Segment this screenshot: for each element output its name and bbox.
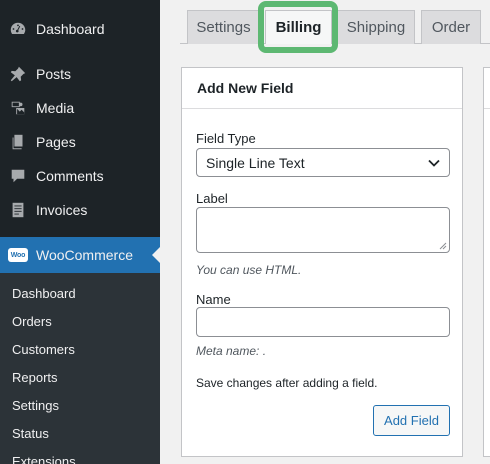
name-field-label: Name [196, 292, 231, 307]
tab-shipping[interactable]: Shipping [337, 10, 415, 44]
menu-label: Dashboard [36, 21, 105, 37]
add-new-field-panel: Add New Field Field Type Single Line Tex… [181, 67, 463, 457]
submenu-item-extensions[interactable]: Extensions [12, 454, 76, 464]
admin-sidebar: Dashboard Posts Media Pages Comments Inv… [0, 0, 160, 464]
submenu-item-status[interactable]: Status [12, 426, 49, 441]
pages-icon [8, 132, 28, 152]
label-field-label: Label [196, 191, 228, 206]
submenu-item-orders[interactable]: Orders [12, 314, 52, 329]
menu-label: Invoices [36, 202, 88, 218]
resize-handle-icon[interactable] [439, 242, 447, 250]
submenu-item-dashboard[interactable]: Dashboard [12, 286, 76, 301]
billing-tab-highlight [258, 1, 338, 53]
current-menu-arrow [152, 247, 160, 263]
menu-item-posts[interactable]: Posts [0, 59, 160, 89]
fields-list-panel [483, 67, 490, 457]
field-type-label: Field Type [196, 131, 256, 146]
menu-label: Pages [36, 134, 76, 150]
invoices-icon [8, 200, 28, 220]
save-changes-note: Save changes after adding a field. [196, 376, 378, 390]
dashboard-icon [8, 19, 28, 39]
field-type-select[interactable]: Single Line Text [196, 148, 450, 177]
woocommerce-submenu: Dashboard Orders Customers Reports Setti… [0, 273, 160, 464]
menu-label: Posts [36, 66, 72, 82]
name-input[interactable] [196, 307, 450, 337]
menu-item-pages[interactable]: Pages [0, 127, 160, 157]
media-icon [8, 98, 28, 118]
menu-item-woocommerce[interactable]: Woo WooCommerce [0, 237, 160, 273]
menu-label: Media [36, 100, 75, 116]
pin-icon [8, 64, 28, 84]
tab-settings[interactable]: Settings [187, 10, 260, 44]
tab-order[interactable]: Order [421, 10, 481, 44]
woocommerce-icon: Woo [8, 245, 28, 265]
menu-item-invoices[interactable]: Invoices [0, 195, 160, 225]
label-hint: You can use HTML. [196, 263, 302, 277]
menu-item-dashboard[interactable]: Dashboard [0, 14, 160, 44]
menu-label: Comments [36, 168, 104, 184]
menu-label: WooCommerce [36, 247, 133, 263]
menu-item-media[interactable]: Media [0, 93, 160, 123]
panel-title: Add New Field [182, 68, 462, 109]
add-field-button[interactable]: Add Field [373, 405, 450, 436]
comments-icon [8, 166, 28, 186]
chevron-down-icon [428, 159, 440, 167]
field-type-value: Single Line Text [206, 154, 305, 171]
submenu-item-customers[interactable]: Customers [12, 342, 75, 357]
submenu-item-reports[interactable]: Reports [12, 370, 58, 385]
submenu-item-settings[interactable]: Settings [12, 398, 59, 413]
label-textarea[interactable] [196, 207, 450, 253]
meta-name-hint: Meta name: . [196, 344, 267, 358]
menu-item-comments[interactable]: Comments [0, 161, 160, 191]
